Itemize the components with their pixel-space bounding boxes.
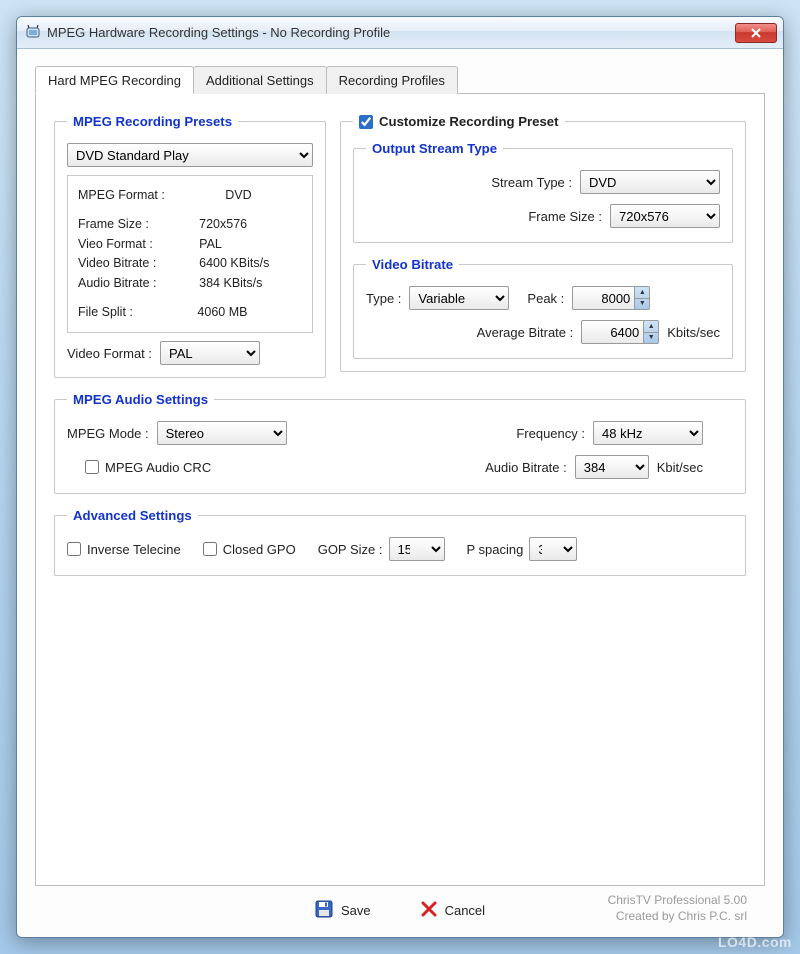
window-title: MPEG Hardware Recording Settings - No Re… bbox=[47, 25, 735, 40]
bitrate-type-label: Type : bbox=[366, 291, 401, 306]
titlebar: MPEG Hardware Recording Settings - No Re… bbox=[17, 17, 783, 49]
closed-gpo-checkbox[interactable] bbox=[203, 542, 217, 556]
app-icon bbox=[25, 25, 41, 41]
p-spacing-label: P spacing bbox=[467, 542, 524, 557]
content-area: Hard MPEG Recording Additional Settings … bbox=[17, 49, 783, 937]
audio-bitrate-unit: Kbit/sec bbox=[657, 460, 703, 475]
footer: Save Cancel ChrisTV Professional 5.00 Cr… bbox=[35, 886, 765, 927]
avg-bitrate-label: Average Bitrate : bbox=[477, 325, 574, 340]
cancel-label: Cancel bbox=[445, 903, 485, 918]
close-icon bbox=[751, 28, 761, 38]
output-stream-group: Output Stream Type Stream Type : DVD Fra… bbox=[353, 141, 733, 243]
avg-input[interactable] bbox=[581, 320, 643, 344]
spin-up-icon[interactable]: ▲ bbox=[644, 321, 658, 333]
tab-profiles[interactable]: Recording Profiles bbox=[326, 66, 458, 94]
watermark: LO4D.com bbox=[718, 934, 792, 950]
advanced-group: Advanced Settings Inverse Telecine Close… bbox=[54, 508, 746, 576]
audio-bitrate-select[interactable]: 384 bbox=[575, 455, 649, 479]
gop-size-select[interactable]: 15 bbox=[389, 537, 445, 561]
cancel-button[interactable]: Cancel bbox=[421, 901, 485, 920]
save-icon bbox=[315, 900, 333, 921]
dialog-window: MPEG Hardware Recording Settings - No Re… bbox=[16, 16, 784, 938]
video-format-select[interactable]: PAL bbox=[160, 341, 260, 365]
inverse-telecine-label: Inverse Telecine bbox=[87, 542, 181, 557]
save-button[interactable]: Save bbox=[315, 900, 371, 921]
frequency-select[interactable]: 48 kHz bbox=[593, 421, 703, 445]
audio-legend: MPEG Audio Settings bbox=[67, 392, 214, 407]
video-bitrate-group: Video Bitrate Type : Variable Peak : ▲▼ bbox=[353, 257, 733, 359]
save-label: Save bbox=[341, 903, 371, 918]
inverse-telecine-checkbox[interactable] bbox=[67, 542, 81, 556]
stream-type-select[interactable]: DVD bbox=[580, 170, 720, 194]
video-format-label: Video Format : bbox=[67, 346, 152, 361]
frame-size-label: Frame Size : bbox=[528, 209, 602, 224]
advanced-legend: Advanced Settings bbox=[67, 508, 198, 523]
customize-legend: Customize Recording Preset bbox=[353, 114, 565, 129]
credits: ChrisTV Professional 5.00 Created by Chr… bbox=[608, 892, 747, 924]
peak-spinner[interactable]: ▲▼ bbox=[572, 286, 650, 310]
stream-type-label: Stream Type : bbox=[491, 175, 572, 190]
spin-up-icon[interactable]: ▲ bbox=[635, 287, 649, 299]
customize-group: Customize Recording Preset Output Stream… bbox=[340, 114, 746, 372]
audio-bitrate-label: Audio Bitrate : bbox=[485, 460, 567, 475]
video-bitrate-legend: Video Bitrate bbox=[366, 257, 459, 272]
bitrate-type-select[interactable]: Variable bbox=[409, 286, 509, 310]
presets-legend: MPEG Recording Presets bbox=[67, 114, 238, 129]
closed-gpo-label: Closed GPO bbox=[223, 542, 296, 557]
preset-select[interactable]: DVD Standard Play bbox=[67, 143, 313, 167]
preset-info: MPEG Format :DVD Frame Size :720x576 Vie… bbox=[67, 175, 313, 333]
mpeg-mode-label: MPEG Mode : bbox=[67, 426, 149, 441]
customize-checkbox[interactable] bbox=[359, 115, 373, 129]
audio-group: MPEG Audio Settings MPEG Mode : Stereo F… bbox=[54, 392, 746, 494]
spin-down-icon[interactable]: ▼ bbox=[635, 299, 649, 310]
avg-spinner[interactable]: ▲▼ bbox=[581, 320, 659, 344]
tab-strip: Hard MPEG Recording Additional Settings … bbox=[35, 65, 765, 93]
tab-hard-mpeg[interactable]: Hard MPEG Recording bbox=[35, 66, 194, 94]
avg-unit: Kbits/sec bbox=[667, 325, 720, 340]
presets-group: MPEG Recording Presets DVD Standard Play… bbox=[54, 114, 326, 378]
audio-crc-checkbox[interactable] bbox=[85, 460, 99, 474]
peak-label: Peak : bbox=[527, 291, 564, 306]
gop-size-label: GOP Size : bbox=[318, 542, 383, 557]
tab-additional[interactable]: Additional Settings bbox=[193, 66, 327, 94]
cancel-icon bbox=[421, 901, 437, 920]
spin-down-icon[interactable]: ▼ bbox=[644, 333, 658, 344]
output-stream-legend: Output Stream Type bbox=[366, 141, 503, 156]
p-spacing-select[interactable]: 3 bbox=[529, 537, 577, 561]
tab-panel: MPEG Recording Presets DVD Standard Play… bbox=[35, 93, 765, 886]
mpeg-mode-select[interactable]: Stereo bbox=[157, 421, 287, 445]
peak-input[interactable] bbox=[572, 286, 634, 310]
close-button[interactable] bbox=[735, 23, 777, 43]
audio-crc-label: MPEG Audio CRC bbox=[105, 460, 211, 475]
frame-size-select[interactable]: 720x576 bbox=[610, 204, 720, 228]
frequency-label: Frequency : bbox=[516, 426, 585, 441]
